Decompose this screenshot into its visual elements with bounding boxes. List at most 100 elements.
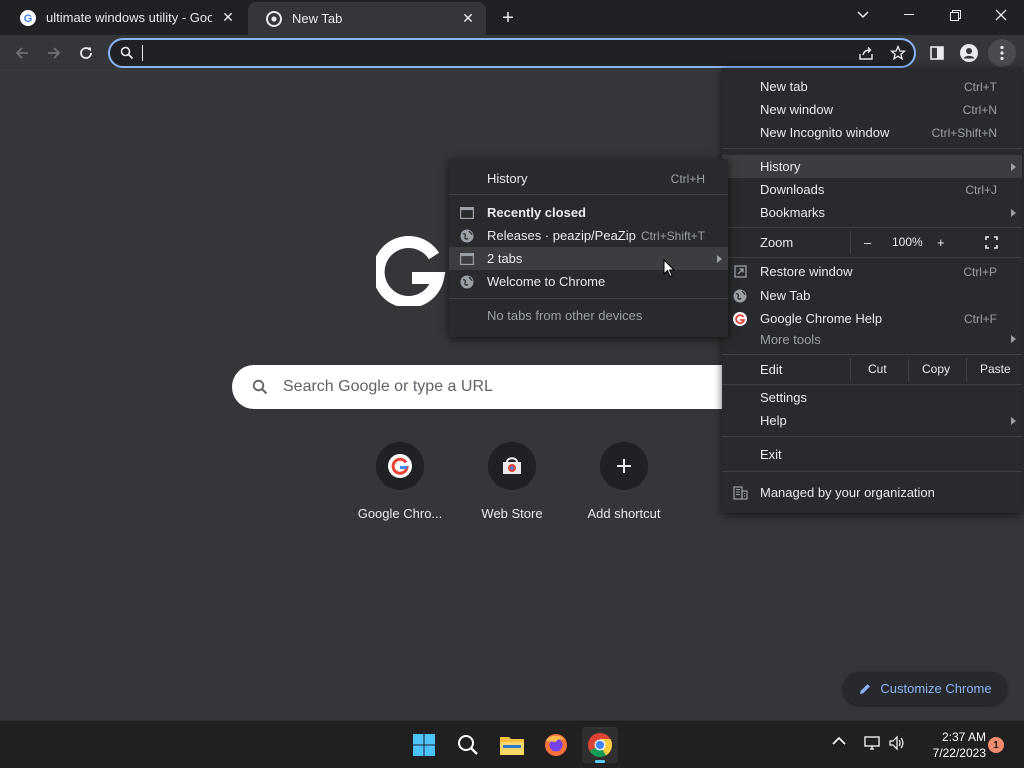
ntp-search-box[interactable]: Search Google or type a URL xyxy=(232,365,792,409)
menu-item-recent-new-tab[interactable]: New Tab xyxy=(722,284,1022,307)
zoom-in-button[interactable]: + xyxy=(937,235,945,250)
shortcut-google-chrome[interactable]: Google Chro... xyxy=(344,442,456,521)
google-g-icon: G xyxy=(20,9,36,26)
history-submenu: History Ctrl+H Recently closed Releases … xyxy=(449,159,728,337)
menu-separator xyxy=(722,148,1022,149)
tab-search-button[interactable] xyxy=(840,0,886,30)
menu-item-label: Zoom xyxy=(760,235,794,250)
network-icon[interactable] xyxy=(864,735,880,751)
search-icon xyxy=(120,46,134,60)
menu-item-shortcut: Ctrl+F xyxy=(964,311,997,326)
menu-item-label: Google Chrome Help xyxy=(760,311,883,326)
close-tab-icon[interactable]: ✕ xyxy=(460,10,476,27)
paste-button[interactable]: Paste xyxy=(980,362,1011,376)
history-item-welcome-to-chrome[interactable]: Welcome to Chrome xyxy=(449,270,728,293)
menu-item-bookmarks[interactable]: Bookmarks xyxy=(722,201,1022,224)
tab-strip: G ultimate windows utility - Google ✕ Ne… xyxy=(0,0,1024,35)
address-bar[interactable] xyxy=(108,38,916,68)
menu-item-downloads[interactable]: Downloads Ctrl+J xyxy=(722,178,1022,201)
menu-item-label: History xyxy=(760,159,801,174)
menu-item-shortcut: Ctrl+Shift+N xyxy=(931,125,997,140)
tab-ultimate-windows-utility[interactable]: G ultimate windows utility - Google ✕ xyxy=(2,0,246,35)
menu-item-label: Bookmarks xyxy=(760,205,826,220)
menu-item-help[interactable]: Help xyxy=(722,409,1022,432)
menu-item-new-incognito-window[interactable]: New Incognito window Ctrl+Shift+N xyxy=(722,121,1022,144)
menu-item-label: Welcome to Chrome xyxy=(487,274,606,289)
taskbar-date: 7/22/2023 xyxy=(932,746,986,760)
text-cursor xyxy=(142,45,143,61)
volume-icon[interactable] xyxy=(888,735,904,751)
minimize-button[interactable] xyxy=(886,0,932,30)
menu-item-managed[interactable]: Managed by your organization xyxy=(722,481,1022,504)
menu-item-exit[interactable]: Exit xyxy=(722,443,1022,466)
notification-badge[interactable]: 1 xyxy=(988,737,1004,753)
edit-divider xyxy=(908,358,909,381)
zoom-out-button[interactable]: – xyxy=(864,235,871,250)
menu-item-more-tools[interactable]: More tools xyxy=(722,328,1022,350)
menu-item-restore-window[interactable]: Restore window Ctrl+P xyxy=(722,260,1022,283)
menu-separator xyxy=(722,257,1022,258)
customize-chrome-button[interactable]: Customize Chrome xyxy=(843,672,1007,705)
menu-separator xyxy=(722,436,1022,437)
menu-item-new-tab[interactable]: New tab Ctrl+T xyxy=(722,75,1022,98)
search-icon[interactable] xyxy=(450,727,486,763)
bookmark-star-icon[interactable] xyxy=(890,45,906,61)
restore-button[interactable] xyxy=(932,0,978,30)
profile-avatar-icon[interactable] xyxy=(955,39,983,67)
forward-button[interactable] xyxy=(40,39,68,67)
tab-title: ultimate windows utility - Google xyxy=(46,10,212,25)
firefox-icon[interactable] xyxy=(538,727,574,763)
svg-text:G: G xyxy=(24,13,33,25)
history-item-recently-closed: Recently closed xyxy=(449,201,728,224)
chrome-icon xyxy=(266,10,282,27)
search-icon xyxy=(252,379,268,395)
shortcut-label: Add shortcut xyxy=(587,506,661,521)
copy-button[interactable]: Copy xyxy=(922,362,950,376)
ntp-search-placeholder: Search Google or type a URL xyxy=(283,378,493,395)
share-icon[interactable] xyxy=(858,45,874,61)
menu-item-label: Edit xyxy=(760,362,783,377)
menu-item-label: History xyxy=(487,171,528,186)
taskbar-clock[interactable]: 2:37 AM 7/22/2023 xyxy=(918,729,986,761)
menu-item-shortcut: Ctrl+Shift+T xyxy=(640,228,705,243)
shortcut-label: Google Chro... xyxy=(357,506,443,521)
new-tab-button[interactable]: + xyxy=(498,7,518,29)
submenu-arrow-icon xyxy=(1011,162,1016,171)
tab-new-tab[interactable]: New Tab ✕ xyxy=(248,2,486,35)
menu-separator xyxy=(722,471,1022,472)
submenu-arrow-icon xyxy=(1011,208,1016,217)
back-button[interactable] xyxy=(8,39,36,67)
chrome-menu-button[interactable] xyxy=(988,39,1016,67)
side-panel-icon[interactable] xyxy=(923,39,951,67)
show-hidden-icons-chevron-icon[interactable] xyxy=(832,736,846,745)
menu-item-label: 2 tabs xyxy=(487,251,523,266)
cut-button[interactable]: Cut xyxy=(868,362,887,376)
shortcut-web-store[interactable]: Web Store xyxy=(456,442,568,521)
menu-item-history[interactable]: History xyxy=(722,155,1022,178)
web-store-icon xyxy=(488,442,536,490)
menu-item-new-window[interactable]: New window Ctrl+N xyxy=(722,98,1022,121)
close-tab-icon[interactable]: ✕ xyxy=(220,9,236,26)
taskbar-time: 2:37 AM xyxy=(941,730,986,744)
add-shortcut-button[interactable]: Add shortcut xyxy=(568,442,680,521)
menu-separator xyxy=(722,227,1022,228)
menu-item-label: Settings xyxy=(760,390,807,405)
fullscreen-icon[interactable] xyxy=(985,236,998,249)
plus-icon xyxy=(600,442,648,490)
history-item-no-tabs: No tabs from other devices xyxy=(449,304,728,327)
windows-start-icon[interactable] xyxy=(406,727,442,763)
chrome-icon[interactable] xyxy=(582,727,618,763)
pencil-icon xyxy=(858,682,872,696)
history-item-releases-peazip[interactable]: Releases · peazip/PeaZip Ctrl+Shift+T xyxy=(449,224,728,247)
menu-item-label: No tabs from other devices xyxy=(487,308,643,323)
google-g-icon xyxy=(376,442,424,490)
menu-item-settings[interactable]: Settings xyxy=(722,386,1022,409)
history-item-2-tabs[interactable]: 2 tabs xyxy=(449,247,728,270)
submenu-arrow-icon xyxy=(1011,416,1016,425)
reload-button[interactable] xyxy=(72,39,100,67)
file-explorer-icon[interactable] xyxy=(494,727,530,763)
menu-item-google-chrome-help[interactable]: Google Chrome Help Ctrl+F xyxy=(722,307,1022,330)
menu-item-label: Recently closed xyxy=(487,205,586,220)
close-window-button[interactable] xyxy=(978,0,1024,30)
history-item-history[interactable]: History Ctrl+H xyxy=(449,167,728,190)
